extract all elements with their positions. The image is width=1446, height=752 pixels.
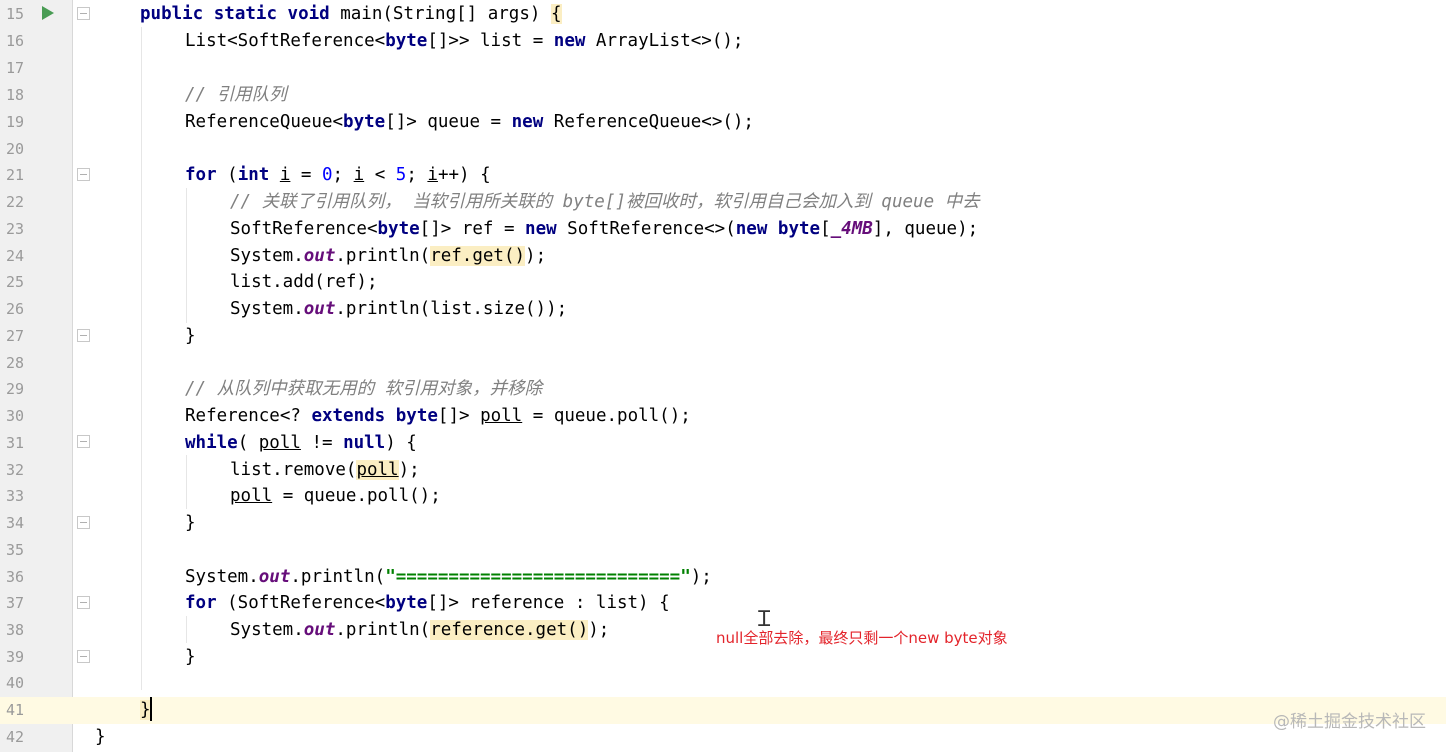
code-line[interactable]: 33 poll = queue.poll(); [0, 483, 1446, 510]
line-number: 19 [6, 113, 25, 131]
code-text: } [140, 700, 151, 720]
line-number: 42 [6, 728, 25, 746]
code-text: while( poll != null) { [185, 433, 417, 453]
code-text: System.out.println(ref.get()); [230, 246, 547, 266]
code-text: } [185, 647, 196, 667]
code-line[interactable]: 18 // 引用队列 [0, 82, 1446, 109]
annotation-note: null全部去除，最终只剩一个new byte对象 [716, 629, 1008, 647]
line-number: 34 [6, 514, 25, 532]
line-number: 22 [6, 193, 25, 211]
code-line[interactable]: 30 Reference<? extends byte[]> poll = qu… [0, 403, 1446, 430]
code-comment: // 引用队列 [185, 85, 287, 105]
line-number: 17 [6, 59, 25, 77]
line-number: 28 [6, 354, 25, 372]
line-number: 16 [6, 32, 25, 50]
line-number: 41 [6, 701, 25, 719]
line-number: 27 [6, 327, 25, 345]
line-number: 29 [6, 380, 25, 398]
line-number: 21 [6, 166, 25, 184]
code-line[interactable]: 19 ReferenceQueue<byte[]> queue = new Re… [0, 109, 1446, 136]
code-text: System.out.println("====================… [185, 567, 712, 587]
code-line[interactable]: 26 System.out.println(list.size()); [0, 296, 1446, 323]
line-number: 38 [6, 621, 25, 639]
line-number: 20 [6, 140, 25, 158]
line-number: 40 [6, 674, 25, 692]
code-line[interactable]: 24 System.out.println(ref.get()); [0, 243, 1446, 270]
code-line[interactable]: 16 List<SoftReference<byte[]>> list = ne… [0, 28, 1446, 55]
line-number: 33 [6, 487, 25, 505]
line-number: 30 [6, 407, 25, 425]
line-number: 18 [6, 86, 25, 104]
code-text: } [95, 727, 106, 747]
code-line[interactable]: 21 for (int i = 0; i < 5; i++) { [0, 162, 1446, 189]
code-text: List<SoftReference<byte[]>> list = new A… [185, 31, 744, 51]
code-line[interactable]: 34 } [0, 510, 1446, 537]
line-number: 15 [6, 5, 25, 23]
code-line[interactable]: 42 } [0, 724, 1446, 751]
code-line-current[interactable]: 41 } [0, 697, 1446, 724]
code-comment: // 关联了引用队列， 当软引用所关联的 byte[]被回收时，软引用自己会加入… [230, 192, 980, 212]
line-number: 23 [6, 220, 25, 238]
line-number: 26 [6, 300, 25, 318]
line-number: 36 [6, 568, 25, 586]
code-line[interactable]: 22 // 关联了引用队列， 当软引用所关联的 byte[]被回收时，软引用自己… [0, 189, 1446, 216]
code-text: list.remove(poll); [230, 460, 420, 480]
code-text: Reference<? extends byte[]> poll = queue… [185, 406, 691, 426]
code-line[interactable]: 39 } [0, 644, 1446, 671]
code-line[interactable]: 36 System.out.println("=================… [0, 564, 1446, 591]
code-line[interactable]: 35 [0, 537, 1446, 564]
code-line[interactable]: 17 [0, 55, 1446, 82]
code-text: } [185, 326, 196, 346]
line-number: 37 [6, 594, 25, 612]
text-caret [150, 697, 152, 721]
code-text: public static void main(String[] args) { [140, 4, 562, 24]
code-line[interactable]: 20 [0, 136, 1446, 163]
code-text: SoftReference<byte[]> ref = new SoftRefe… [230, 219, 979, 239]
line-number: 31 [6, 434, 25, 452]
line-number: 24 [6, 247, 25, 265]
code-line[interactable]: 40 [0, 670, 1446, 697]
code-text: System.out.println(reference.get()); [230, 620, 610, 640]
line-number: 39 [6, 648, 25, 666]
code-line[interactable]: 28 [0, 350, 1446, 377]
code-text: for (int i = 0; i < 5; i++) { [185, 165, 491, 185]
code-text: ReferenceQueue<byte[]> queue = new Refer… [185, 112, 754, 132]
code-line[interactable]: 31 while( poll != null) { [0, 430, 1446, 457]
code-line[interactable]: 29 // 从队列中获取无用的 软引用对象，并移除 [0, 376, 1446, 403]
code-text: for (SoftReference<byte[]> reference : l… [185, 593, 670, 613]
code-line[interactable]: 27 } [0, 323, 1446, 350]
code-text: poll = queue.poll(); [230, 486, 441, 506]
code-line[interactable]: 25 list.add(ref); [0, 269, 1446, 296]
code-line[interactable]: 15 public static void main(String[] args… [0, 1, 1446, 28]
code-line[interactable]: 32 list.remove(poll); [0, 457, 1446, 484]
line-number: 32 [6, 461, 25, 479]
code-text: list.add(ref); [230, 272, 378, 292]
code-line[interactable]: 37 for (SoftReference<byte[]> reference … [0, 590, 1446, 617]
code-comment: // 从队列中获取无用的 软引用对象，并移除 [185, 379, 543, 399]
code-text: System.out.println(list.size()); [230, 299, 568, 319]
line-number: 25 [6, 273, 25, 291]
code-line[interactable]: 23 SoftReference<byte[]> ref = new SoftR… [0, 216, 1446, 243]
code-text: } [185, 513, 196, 533]
line-number: 35 [6, 541, 25, 559]
watermark: @稀土掘金技术社区 [1273, 712, 1426, 732]
